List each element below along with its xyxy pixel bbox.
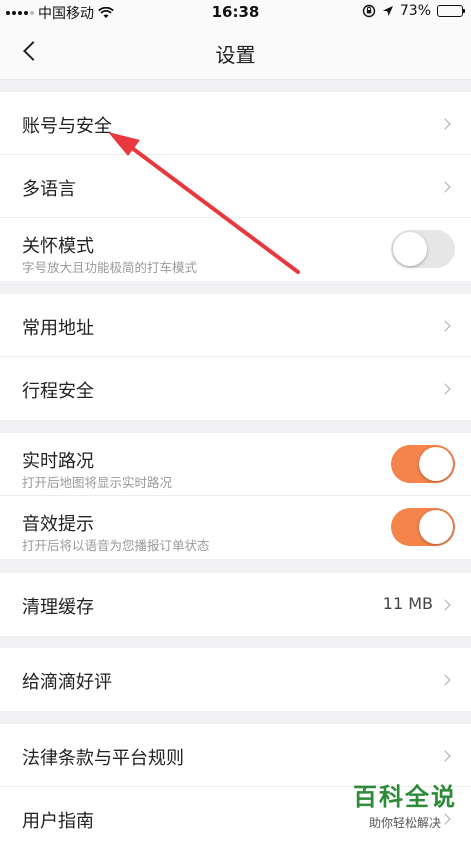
row-trip-safety[interactable]: 行程安全	[0, 357, 471, 420]
chevron-right-icon	[439, 674, 451, 686]
row-sound-prompt: 音效提示 打开后将以语音为您播报订单状态	[0, 496, 471, 559]
chevron-right-icon	[439, 181, 451, 193]
row-label: 多语言	[22, 179, 76, 200]
rotation-lock-icon	[362, 4, 376, 18]
live-traffic-toggle[interactable]	[391, 445, 455, 483]
row-account-security[interactable]: 账号与安全	[0, 92, 471, 155]
settings-group-account: 账号与安全 多语言 关怀模式 字号放大且功能极简的打车模式	[0, 92, 471, 281]
row-clear-cache[interactable]: 清理缓存 11 MB	[0, 573, 471, 636]
row-label: 常用地址	[22, 318, 94, 339]
page-title: 设置	[215, 43, 256, 67]
row-label: 给滴滴好评	[22, 672, 112, 693]
row-label: 关怀模式	[22, 236, 94, 257]
row-sublabel: 打开后地图将显示实时路况	[22, 475, 173, 490]
toggle-knob	[393, 232, 427, 266]
row-label: 清理缓存	[22, 597, 94, 618]
status-bar: 中国移动 16:38 73%	[0, 0, 471, 24]
settings-group-map: 实时路况 打开后地图将显示实时路况 音效提示 打开后将以语音为您播报订单状态	[0, 433, 471, 559]
row-rate-app[interactable]: 给滴滴好评	[0, 648, 471, 711]
row-label: 用户指南	[22, 811, 94, 832]
sound-prompt-toggle[interactable]	[391, 508, 455, 546]
row-sublabel: 打开后将以语音为您播报订单状态	[22, 538, 210, 553]
nav-bar: 设置	[0, 24, 471, 80]
row-label: 法律条款与平台规则	[22, 748, 184, 769]
chevron-right-icon	[439, 599, 451, 611]
row-care-mode: 关怀模式 字号放大且功能极简的打车模式	[0, 218, 471, 281]
chevron-right-icon	[439, 383, 451, 395]
battery-percent: 73%	[399, 3, 431, 19]
settings-group-cache: 清理缓存 11 MB	[0, 573, 471, 636]
row-frequent-address[interactable]: 常用地址	[0, 294, 471, 357]
battery-icon	[437, 5, 465, 17]
row-language[interactable]: 多语言	[0, 155, 471, 218]
row-label: 实时路况	[22, 451, 94, 472]
location-icon	[382, 6, 393, 16]
settings-group-places: 常用地址 行程安全	[0, 294, 471, 420]
row-label: 音效提示	[22, 514, 94, 535]
watermark-subtitle: 助你轻松解决	[368, 816, 441, 830]
settings-group-rate: 给滴滴好评	[0, 648, 471, 711]
status-right: 73%	[362, 3, 465, 19]
care-mode-toggle[interactable]	[391, 230, 455, 268]
chevron-right-icon	[439, 118, 451, 130]
chevron-right-icon	[439, 750, 451, 762]
row-label: 账号与安全	[22, 116, 112, 137]
watermark: 百科全说 助你轻松解决	[353, 777, 457, 831]
cache-size: 11 MB	[382, 594, 433, 613]
row-label: 行程安全	[22, 381, 94, 402]
row-sublabel: 字号放大且功能极简的打车模式	[22, 260, 198, 275]
toggle-knob	[419, 447, 453, 481]
watermark-title: 百科全说	[353, 783, 457, 811]
chevron-right-icon	[439, 320, 451, 332]
toggle-knob	[419, 510, 453, 544]
row-live-traffic: 实时路况 打开后地图将显示实时路况	[0, 433, 471, 496]
